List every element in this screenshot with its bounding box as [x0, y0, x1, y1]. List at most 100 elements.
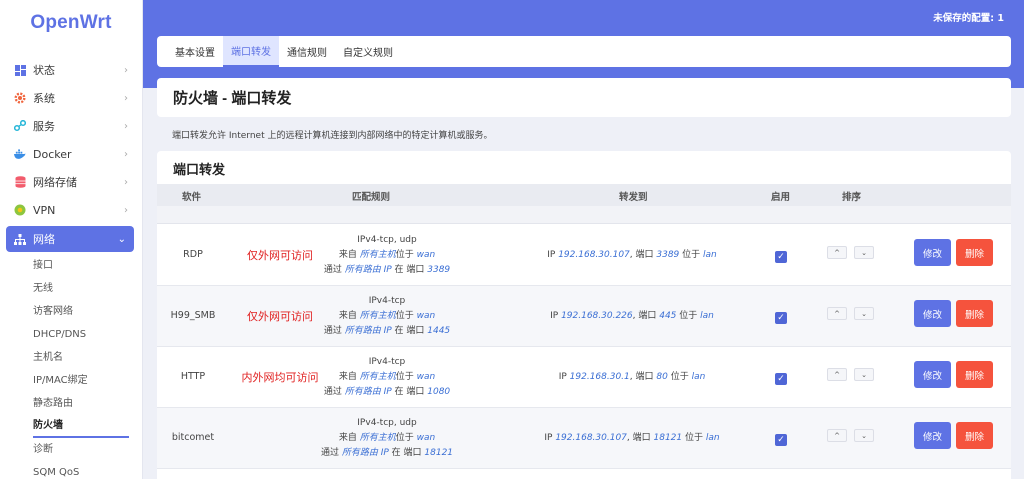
move-down-button[interactable]: ⌄	[854, 246, 874, 259]
text: 通过	[323, 265, 345, 275]
edit-button[interactable]: 修改	[914, 239, 951, 266]
match-protocol: IPv4-tcp	[368, 357, 406, 367]
brand-logo[interactable]: OpenWrt	[0, 0, 142, 46]
submenu-item-wireless[interactable]: 无线	[33, 277, 142, 300]
edit-button[interactable]: 修改	[914, 422, 951, 449]
submenu-item-ip-mac-binding[interactable]: IP/MAC绑定	[33, 369, 142, 392]
text: 通过	[320, 448, 342, 458]
delete-button[interactable]: 删除	[956, 239, 993, 266]
move-down-button[interactable]: ⌄	[854, 368, 874, 381]
external-port: 3389	[427, 265, 451, 275]
gear-icon	[14, 92, 26, 104]
source-zone: wan	[416, 311, 436, 321]
page-description: 端口转发允许 Internet 上的远程计算机连接到内部网络中的特定计算机或服务…	[172, 131, 493, 141]
rule-name: HTTP	[180, 371, 206, 382]
sidebar-item-services[interactable]: 服务 ›	[0, 112, 142, 140]
column-header-name: 软件	[182, 192, 202, 203]
sidebar-item-docker[interactable]: Docker ›	[0, 140, 142, 168]
submenu-item-static-routes[interactable]: 静态路由	[33, 392, 142, 415]
move-up-button[interactable]: ^	[827, 246, 847, 259]
sidebar-item-vpn[interactable]: VPN ›	[0, 196, 142, 224]
text: 来自	[338, 433, 360, 443]
section-title: 端口转发	[173, 162, 226, 177]
vpn-icon	[14, 204, 26, 216]
submenu-item-hostnames[interactable]: 主机名	[33, 346, 142, 369]
page-title-card: 防火墙 - 端口转发	[157, 78, 1011, 117]
unsaved-changes-link[interactable]: 未保存的配置: 1	[933, 10, 1004, 24]
text: 位于	[395, 372, 417, 382]
submenu-item-sqm-qos[interactable]: SQM QoS	[33, 461, 142, 479]
move-up-button[interactable]: ^	[827, 307, 847, 320]
table-row: bitcomet IPv4-tcp, udp 来自 所有主机位于 wan 通过 …	[157, 408, 1011, 469]
text: 在 端口	[391, 265, 428, 275]
external-port: 1445	[427, 326, 451, 336]
chevron-right-icon: ›	[124, 92, 128, 104]
sidebar-item-status[interactable]: 状态 ›	[0, 56, 142, 84]
move-up-button[interactable]: ^	[827, 429, 847, 442]
enable-checkbox[interactable]: ✓	[775, 373, 787, 385]
text: 位于	[676, 311, 701, 321]
text: , 端口	[632, 311, 660, 321]
forward-ip: 192.168.30.1	[569, 372, 630, 382]
text: 位于	[395, 433, 417, 443]
match-source: 来自 所有主机位于 wan	[297, 370, 477, 385]
sidebar-item-network[interactable]: 网络 ⌄	[6, 226, 134, 252]
submenu-item-firewall[interactable]: 防火墙	[33, 415, 129, 438]
text: 通过	[323, 387, 345, 397]
edit-button[interactable]: 修改	[914, 361, 951, 388]
network-submenu: 接口 无线 访客网络 DHCP/DNS 主机名 IP/MAC绑定 静态路由 防火…	[0, 254, 142, 479]
match-rule: IPv4-tcp 来自 所有主机位于 wan 通过 所有路由 IP 在 端口 1…	[297, 294, 477, 339]
text: , 端口	[626, 433, 654, 443]
share-icon	[14, 120, 26, 132]
forward-zone: lan	[705, 433, 720, 443]
enable-checkbox[interactable]: ✓	[775, 312, 787, 324]
external-port: 18121	[424, 448, 454, 458]
column-header-enable: 启用	[771, 192, 791, 203]
network-icon	[14, 233, 26, 245]
forward-port: 80	[656, 372, 668, 382]
delete-button[interactable]: 删除	[956, 361, 993, 388]
forward-port: 18121	[653, 433, 683, 443]
table-row: HTTP 内外网均可访问 IPv4-tcp 来自 所有主机位于 wan 通过 所…	[157, 347, 1011, 408]
match-rule: IPv4-tcp, udp 来自 所有主机位于 wan 通过 所有路由 IP 在…	[297, 416, 477, 461]
tab-port-forwards[interactable]: 端口转发	[223, 36, 279, 67]
sidebar-item-label: 网络	[33, 233, 55, 246]
sidebar-item-label: 系统	[33, 92, 55, 105]
chevron-right-icon: ›	[124, 204, 128, 216]
sidebar-item-label: Docker	[33, 147, 72, 161]
move-down-button[interactable]: ⌄	[854, 429, 874, 442]
move-up-button[interactable]: ^	[827, 368, 847, 381]
enable-checkbox[interactable]: ✓	[775, 251, 787, 263]
submenu-item-guest-network[interactable]: 访客网络	[33, 300, 142, 323]
tab-general-settings[interactable]: 基本设置	[167, 36, 223, 67]
match-source: 来自 所有主机位于 wan	[297, 248, 477, 263]
text: 在 端口	[391, 326, 428, 336]
page-title: 防火墙 - 端口转发	[173, 90, 292, 107]
database-icon	[14, 176, 26, 188]
delete-button[interactable]: 删除	[956, 300, 993, 327]
table-header: 软件 匹配规则 转发到 启用 排序	[157, 184, 1011, 206]
edit-button[interactable]: 修改	[914, 300, 951, 327]
move-down-button[interactable]: ⌄	[854, 307, 874, 320]
forward-ip: 192.168.30.226	[561, 311, 633, 321]
tab-traffic-rules[interactable]: 通信规则	[279, 36, 335, 67]
sidebar-item-system[interactable]: 系统 ›	[0, 84, 142, 112]
text: 来自	[338, 372, 360, 382]
sidebar-item-label: 状态	[33, 64, 55, 77]
forward-target: IP 192.168.30.107, 端口 3389 位于 lan	[517, 247, 747, 260]
text: 位于	[395, 311, 417, 321]
submenu-item-interfaces[interactable]: 接口	[33, 254, 142, 277]
sidebar-item-label: 服务	[33, 120, 55, 133]
forward-zone: lan	[691, 372, 706, 382]
text: , 端口	[629, 250, 657, 260]
enable-checkbox[interactable]: ✓	[775, 434, 787, 446]
via-ip: 所有路由 IP	[344, 265, 392, 275]
submenu-item-dhcp-dns[interactable]: DHCP/DNS	[33, 323, 142, 346]
match-protocol: IPv4-tcp, udp	[357, 235, 417, 245]
forward-ip: 192.168.30.107	[558, 250, 630, 260]
submenu-item-diagnostics[interactable]: 诊断	[33, 438, 142, 461]
sidebar-item-network-storage[interactable]: 网络存储 ›	[0, 168, 142, 196]
tab-custom-rules[interactable]: 自定义规则	[335, 36, 401, 67]
delete-button[interactable]: 删除	[956, 422, 993, 449]
match-via: 通过 所有路由 IP 在 端口 1080	[297, 385, 477, 400]
